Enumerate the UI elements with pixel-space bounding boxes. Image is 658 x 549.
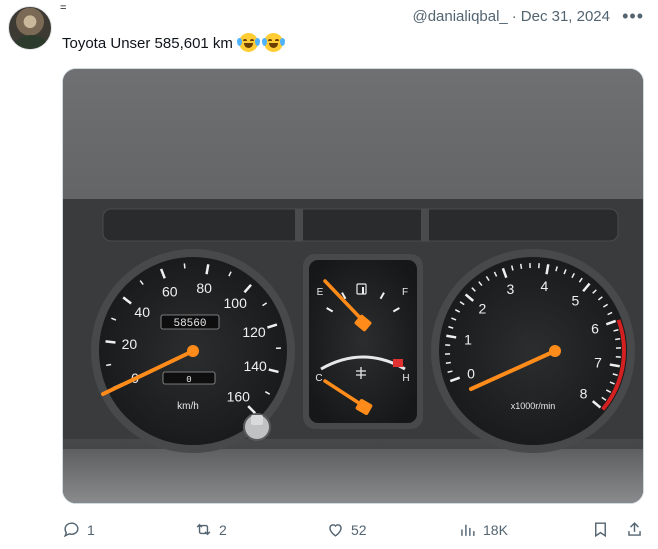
- tweet-meta: @danialiqbal_ · Dec 31, 2024: [412, 8, 610, 25]
- speedometer-tick-label: 160: [227, 388, 251, 404]
- tachometer-tick-label: 3: [507, 281, 515, 297]
- tachometer-tick-label: 2: [479, 301, 487, 317]
- tear-shape: [280, 38, 286, 46]
- temp-hot-label: H: [402, 373, 409, 384]
- fuel-empty-label: E: [317, 287, 324, 298]
- repost-count: 2: [219, 521, 227, 538]
- repost-button[interactable]: 2: [194, 520, 227, 539]
- tachometer-tick-label: 7: [594, 354, 602, 370]
- bookmark-button[interactable]: [591, 520, 610, 539]
- tachometer-minor-tick: [615, 338, 621, 341]
- dashboard-photo: 0 20 40 60 80 100 120 140 160 58560 0 km/h E F C…: [63, 69, 643, 503]
- laughing-crying-emoji-icon: [262, 33, 286, 52]
- reply-icon: [63, 522, 79, 538]
- repost-icon: [196, 523, 211, 536]
- tachometer-minor-tick: [520, 263, 523, 269]
- mouth-shape: [269, 43, 279, 48]
- tachometer-major-tick: [609, 363, 620, 368]
- views-button[interactable]: 18K: [458, 520, 508, 539]
- speedometer-tick-label: 100: [224, 295, 248, 311]
- tachometer-face: [439, 257, 627, 445]
- like-count: 52: [351, 521, 367, 538]
- warning-light-strip: [102, 208, 619, 242]
- tachometer-hub: [549, 345, 561, 357]
- tear-shape: [255, 38, 261, 46]
- view-count: 18K: [483, 521, 508, 538]
- avatar[interactable]: [8, 6, 52, 50]
- reply-count: 1: [87, 521, 95, 538]
- views-chart-icon: [461, 524, 475, 536]
- author-display-name[interactable]: =: [60, 2, 66, 14]
- trip-reading: 0: [186, 375, 191, 385]
- temp-gauge-redzone: [393, 359, 403, 367]
- tweet-body: Toyota Unser 585,601 km: [62, 35, 233, 52]
- speedometer-unit: km/h: [177, 401, 199, 412]
- speedometer-tick-label: 140: [243, 358, 267, 374]
- more-options-icon[interactable]: •••: [622, 6, 644, 27]
- speedometer-major-tick: [105, 340, 116, 344]
- dash-lower-panel: [63, 449, 643, 503]
- bookmark-icon: [595, 522, 606, 538]
- speedometer-minor-tick: [106, 363, 112, 367]
- tachometer-tick-label: 5: [572, 292, 580, 308]
- tear-shape: [262, 38, 268, 46]
- tachometer-tick-label: 1: [464, 332, 472, 348]
- meta-separator: ·: [511, 8, 517, 25]
- like-button[interactable]: 52: [326, 520, 367, 539]
- warning-divider: [295, 209, 303, 241]
- speedometer-hub: [187, 345, 199, 357]
- mouth-shape: [244, 43, 254, 48]
- tweet-photo[interactable]: 0 20 40 60 80 100 120 140 160 58560 0 km/h E F C…: [62, 68, 644, 504]
- tachometer-tick-label: 4: [541, 278, 549, 294]
- avatar-figure: [15, 35, 47, 49]
- reply-button[interactable]: 1: [62, 520, 95, 539]
- author-handle[interactable]: @danialiqbal_: [412, 8, 507, 25]
- tachometer-tick-label: 8: [580, 385, 588, 401]
- tachometer-major-tick: [545, 264, 550, 275]
- tachometer-unit: x1000r/min: [511, 401, 556, 411]
- tachometer-tick-label: 6: [591, 320, 599, 336]
- laughing-crying-emoji-icon: [237, 33, 261, 52]
- warning-divider: [421, 209, 429, 241]
- speedometer-tick-label: 80: [196, 280, 212, 296]
- odometer-reading: 58560: [173, 318, 206, 330]
- speedometer-major-tick: [205, 264, 210, 275]
- share-icon: [628, 522, 641, 536]
- tweet-text: Toyota Unser 585,601 km: [62, 33, 286, 52]
- speedometer-tick-label: 40: [134, 304, 150, 320]
- temp-cold-label: C: [315, 373, 322, 384]
- tachometer-tick-label: 0: [467, 366, 475, 382]
- trip-reset-knob-top: [251, 415, 263, 425]
- speedometer-tick-label: 120: [242, 324, 266, 340]
- share-button[interactable]: [625, 520, 644, 539]
- tweet-date[interactable]: Dec 31, 2024: [521, 8, 610, 25]
- tweet-actions: 1 2 52 18K: [62, 520, 644, 542]
- tear-shape: [237, 38, 243, 46]
- fuel-full-label: F: [402, 287, 408, 298]
- tachometer-major-tick: [446, 334, 457, 339]
- tachometer-minor-tick: [445, 361, 451, 364]
- speedometer-tick-label: 20: [122, 336, 138, 352]
- heart-icon: [329, 524, 342, 537]
- speedometer-tick-label: 60: [162, 283, 178, 299]
